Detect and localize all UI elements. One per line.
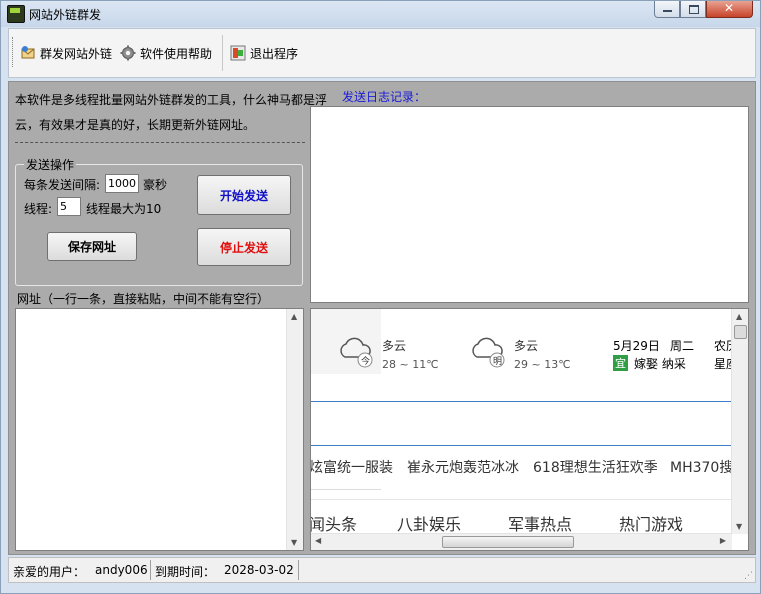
scroll-down-icon[interactable]: ▼ [291, 538, 297, 547]
send-icon [20, 45, 36, 61]
save-urls-button[interactable]: 保存网址 [47, 232, 137, 261]
close-icon: ✕ [724, 1, 735, 15]
nav-tab[interactable]: 军事热点 [508, 511, 572, 535]
exit-button[interactable]: 退出程序 [230, 43, 298, 63]
date-text: 5月29日 [613, 339, 660, 353]
interval-unit: 豪秒 [143, 178, 168, 192]
log-textarea[interactable] [310, 106, 749, 303]
dashed-divider [15, 142, 305, 143]
resize-grip-icon[interactable]: ⋰ [744, 571, 753, 581]
tomorrow-badge: 明 [493, 357, 503, 367]
scroll-left-icon[interactable]: ◀ [315, 536, 321, 545]
nav-tab[interactable]: 闻头条 [311, 511, 357, 535]
main-panel: 本软件是多线程批量网站外链群发的工具，什么神马都是浮云，有效果才是真的好，长期更… [8, 81, 756, 555]
stop-send-button[interactable]: 停止发送 [197, 228, 291, 266]
threads-hint: 线程最大为10 [86, 202, 162, 216]
expire-date: 2028-03-02 [224, 563, 294, 577]
scroll-up-icon[interactable]: ▲ [291, 312, 297, 321]
gear-icon [120, 45, 136, 61]
yi-badge: 宜 [613, 355, 628, 371]
window-title: 网站外链群发 [29, 8, 102, 22]
nav-tab[interactable]: 八卦娱乐 [397, 511, 461, 535]
scroll-thumb[interactable] [734, 325, 747, 339]
interval-input[interactable] [105, 174, 139, 193]
mass-send-button[interactable]: 群发网站外链 [20, 43, 112, 63]
status-separator [298, 560, 299, 580]
news-link[interactable]: 崔永元炮轰范冰冰 [407, 457, 519, 477]
app-icon [7, 5, 25, 23]
nav-tab[interactable]: 热门游戏 [619, 511, 683, 535]
help-label: 软件使用帮助 [140, 46, 213, 61]
main-window: 网站外链群发 ✕ 群发网站外链 软件使用帮助 退出程序 本软件是多线程批量网站外… [0, 0, 761, 594]
tomorrow-weather: 多云 [514, 339, 539, 353]
title-bar[interactable]: 网站外链群发 ✕ [1, 1, 760, 27]
url-scrollbar[interactable]: ▲ ▼ [286, 309, 303, 550]
help-button[interactable]: 软件使用帮助 [120, 43, 212, 63]
intro-text: 本软件是多线程批量网站外链群发的工具，什么神马都是浮云，有效果才是真的好，长期更… [15, 93, 328, 132]
user-label: 亲爱的用户： [13, 565, 86, 579]
browser-vscrollbar[interactable]: ▲ ▼ [731, 309, 748, 534]
user-name: andy006 [95, 563, 148, 577]
toolbar: 群发网站外链 软件使用帮助 退出程序 [8, 28, 756, 78]
today-temp: 28 ~ 11℃ [382, 358, 439, 371]
threads-label: 线程: [24, 202, 53, 216]
weekday-text: 周二 [670, 339, 695, 353]
status-separator [150, 560, 151, 580]
news-link[interactable]: 炫富统一服装 [311, 457, 393, 477]
today-badge: 今 [361, 357, 371, 367]
interval-label: 每条发送间隔: [24, 178, 101, 192]
scroll-up-icon[interactable]: ▲ [736, 312, 742, 321]
scroll-right-icon[interactable]: ▶ [720, 536, 726, 545]
browser-view[interactable]: 今 多云 28 ~ 11℃ 明 多云 29 ~ 13℃ 5月29日 周二 农历 … [310, 308, 749, 551]
nav-divider [311, 499, 732, 500]
news-underline [311, 489, 381, 490]
hscroll-thumb[interactable] [442, 536, 574, 548]
log-label: 发送日志记录： [342, 90, 427, 104]
browser-hscrollbar[interactable]: ◀ ▶ [311, 533, 732, 550]
blue-divider [311, 401, 731, 402]
news-link[interactable]: 618理想生活狂欢季 [533, 457, 658, 477]
expire-label: 到期时间： [155, 565, 216, 579]
send-operation-group: 发送操作 每条发送间隔: 豪秒 线程: 线程最大为10 开始发送 保存网址 停止… [15, 156, 303, 286]
mass-send-label: 群发网站外链 [40, 46, 113, 61]
maximize-button[interactable] [680, 1, 706, 18]
send-group-title: 发送操作 [24, 156, 77, 173]
url-list-label: 网址（一行一条，直接粘贴，中间不能有空行） [17, 292, 270, 306]
toolbar-separator [222, 35, 223, 71]
blue-divider [311, 445, 731, 446]
exit-icon [230, 45, 246, 61]
exit-label: 退出程序 [250, 46, 299, 61]
toolbar-grip[interactable] [12, 37, 16, 67]
url-textarea[interactable]: ▲ ▼ [15, 308, 304, 551]
minimize-button[interactable] [654, 1, 680, 18]
status-bar: 亲爱的用户： andy006 到期时间： 2028-03-02 ⋰ [8, 557, 756, 583]
today-weather: 多云 [382, 339, 407, 353]
threads-input[interactable] [57, 197, 81, 216]
scroll-down-icon[interactable]: ▼ [736, 522, 742, 531]
close-button[interactable]: ✕ [706, 1, 753, 18]
start-send-button[interactable]: 开始发送 [197, 175, 291, 215]
tomorrow-temp: 29 ~ 13℃ [514, 358, 571, 371]
yi-text: 嫁娶 纳采 [634, 357, 686, 371]
